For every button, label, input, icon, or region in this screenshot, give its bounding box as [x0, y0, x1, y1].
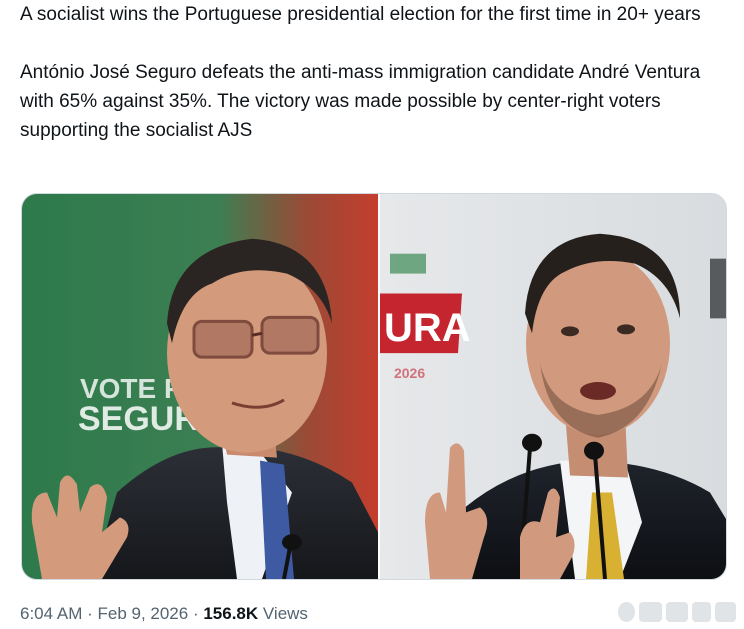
post-text: A socialist wins the Portuguese presiden…	[20, 0, 730, 145]
tweet-meta: 6:04 AM · Feb 9, 2026 · 156.8K Views	[20, 602, 308, 626]
photo-right[interactable]: URA 2026	[380, 194, 726, 579]
watermark-logo	[618, 598, 737, 626]
right-sign-text: URA	[384, 306, 471, 350]
meta-separator: ·	[82, 604, 98, 623]
post-date[interactable]: Feb 9, 2026	[97, 604, 188, 623]
photo-left-graphic: VOTE PEL SEGURO	[22, 194, 378, 579]
watermark-block	[666, 602, 688, 622]
watermark-icon	[618, 602, 636, 622]
views-count: 156.8K	[203, 604, 259, 623]
watermark-block	[714, 602, 737, 622]
watermark-block	[639, 602, 663, 622]
post-headline: A socialist wins the Portuguese presiden…	[20, 4, 701, 25]
post-time[interactable]: 6:04 AM	[20, 604, 82, 623]
views-label: Views	[258, 604, 308, 623]
meta-separator: ·	[188, 604, 204, 623]
photo-right-graphic: URA 2026	[380, 194, 726, 579]
watermark-block	[691, 602, 711, 622]
media-image[interactable]: VOTE PEL SEGURO URA 2026	[21, 193, 727, 580]
post-body: António José Seguro defeats the anti-mas…	[20, 62, 701, 141]
right-sign-year: 2026	[394, 365, 425, 381]
photo-left[interactable]: VOTE PEL SEGURO	[22, 194, 378, 579]
tweet: A socialist wins the Portuguese presiden…	[0, 0, 744, 629]
